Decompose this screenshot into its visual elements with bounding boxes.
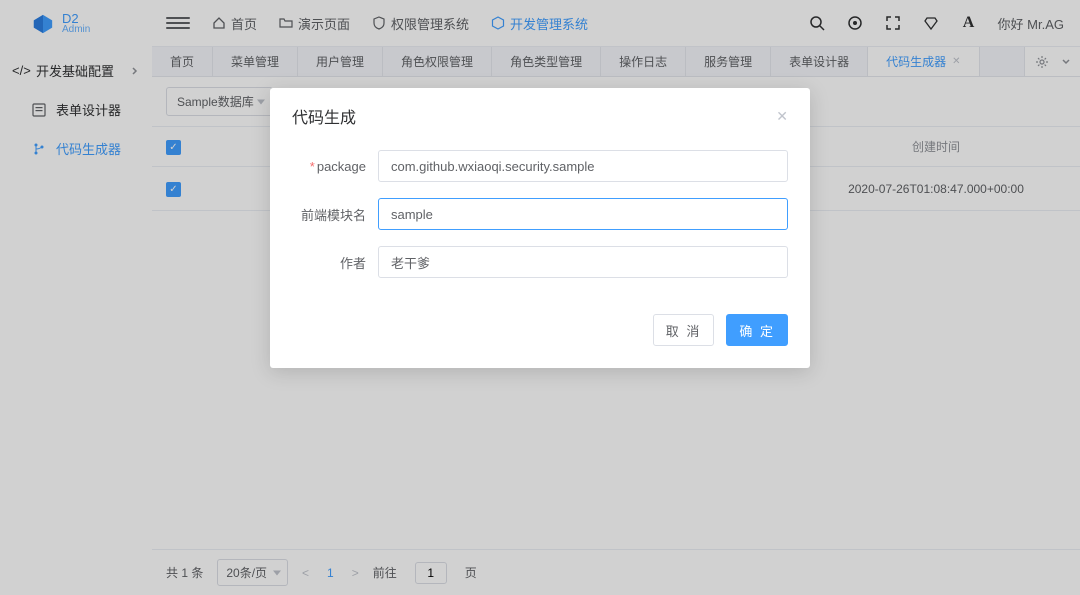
label-author: 作者 <box>292 253 366 272</box>
modal-mask[interactable]: 代码生成 ✕ *package 前端模块名 作者 取 消 确 定 <box>0 0 1080 595</box>
input-module[interactable] <box>378 198 788 230</box>
close-icon[interactable]: ✕ <box>776 108 788 125</box>
cancel-button[interactable]: 取 消 <box>653 314 715 346</box>
input-author[interactable] <box>378 246 788 278</box>
input-package[interactable] <box>378 150 788 182</box>
label-package: *package <box>292 159 366 174</box>
code-generate-dialog: 代码生成 ✕ *package 前端模块名 作者 取 消 确 定 <box>270 88 810 368</box>
label-module: 前端模块名 <box>292 205 366 224</box>
ok-button[interactable]: 确 定 <box>726 314 788 346</box>
modal-title: 代码生成 <box>292 104 356 128</box>
